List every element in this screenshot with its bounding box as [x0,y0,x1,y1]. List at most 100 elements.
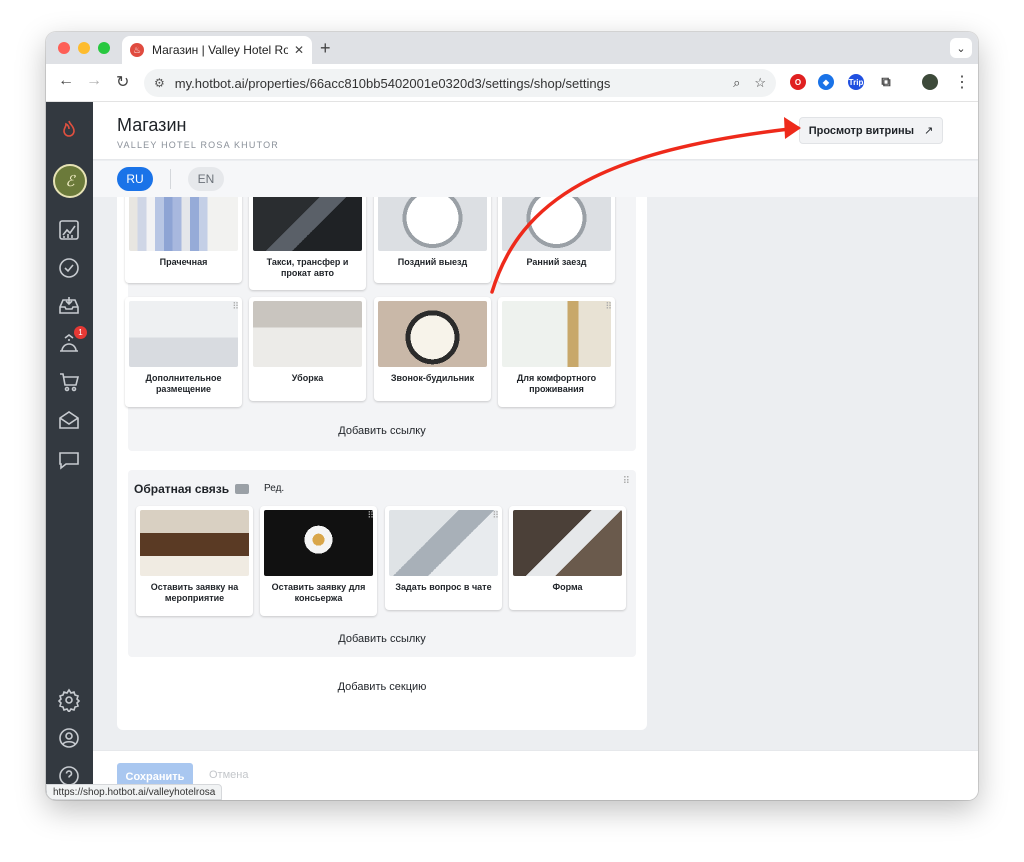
divider [170,169,171,189]
shop-card: Прачечная Такси, трансфер и прокат авто … [117,197,647,730]
tile[interactable]: Дополнительное размещение ⠿ [125,297,242,407]
tile[interactable]: Такси, трансфер и прокат авто [249,197,366,290]
tile-image-clock [502,197,611,251]
tile-image-taxi [253,197,362,251]
address-bar[interactable]: ⚙ my.hotbot.ai/properties/66acc810bb5402… [144,69,776,97]
opera-extension-icon[interactable]: O [790,74,806,90]
tile-image-sleep [129,301,238,367]
section-title-text: Обратная связь [134,482,230,496]
settings-gear-icon[interactable] [57,688,81,712]
drag-handle-icon[interactable]: ⠿ [605,301,612,312]
feedback-section: Обратная связь Ред. ⠿ Оставить заявку на… [128,470,636,657]
tile-label: Задать вопрос в чате [395,582,492,592]
drag-handle-icon[interactable]: ⠿ [367,510,374,521]
cancel-button[interactable]: Отмена [209,769,248,781]
content-scroll[interactable]: Прачечная Такси, трансфер и прокат авто … [93,197,978,750]
lang-en-button[interactable]: EN [188,167,224,191]
tile[interactable]: Задать вопрос в чате ⠿ [385,506,502,610]
add-link-button[interactable]: Добавить ссылку [128,425,636,437]
tile[interactable]: Форма [509,506,626,610]
tile[interactable]: Оставить заявку на мероприятие [136,506,253,616]
site-settings-icon[interactable]: ⚙ [154,76,165,90]
drag-handle-icon[interactable]: ⠿ [232,301,239,312]
tab-search-chevron-icon[interactable]: ⌄ [950,38,972,58]
tile-label: Ранний заезд [526,257,587,267]
tile-image-laundry [129,197,238,251]
tab-title: Магазин | Valley Hotel Rosa K [152,43,288,57]
tile-label: Звонок-будильник [390,373,475,383]
tile-image-chat-phone [389,510,498,576]
page-title: Магазин [117,115,187,135]
edit-section-button[interactable]: Ред. [264,483,284,494]
tile-image-concierge [264,510,373,576]
tile-label: Поздний выезд [397,257,468,267]
tile-image-spa [502,301,611,367]
tile-label: Прачечная [159,257,208,267]
url-text: my.hotbot.ai/properties/66acc810bb540200… [174,75,611,91]
minimize-window-button[interactable] [78,42,90,54]
chat-icon[interactable] [57,448,81,472]
avatar[interactable]: ℰ [53,164,87,198]
language-switcher: RU EN [93,161,978,197]
page-footer: Сохранить Отмена [93,750,978,800]
tile[interactable]: Поздний выезд ⠿ [374,197,491,283]
tile[interactable]: Уборка [249,297,366,401]
tile-image-form-phone [513,510,622,576]
zoom-magnifier-icon[interactable]: ⌕ [733,75,740,91]
tile-label: Оставить заявку на мероприятие [150,582,239,603]
room-service-icon[interactable]: 1 [57,326,87,356]
main-area: Магазин VALLEY HOTEL ROSA KHUTOR Просмот… [93,102,978,800]
page-header: Магазин VALLEY HOTEL ROSA KHUTOR Просмот… [93,102,978,160]
cart-icon[interactable] [57,370,81,394]
tile-image-event-hall [140,510,249,576]
close-tab-icon[interactable]: ✕ [294,43,304,57]
drag-handle-icon[interactable]: ⠿ [623,476,630,487]
section-media-icon [235,484,250,494]
shop-section: Прачечная Такси, трансфер и прокат авто … [125,197,636,451]
tile-label: Дополнительное размещение [145,373,222,394]
app-sidebar: ℰ 1 [46,102,93,800]
tile[interactable]: Звонок-будильник [374,297,491,401]
new-tab-icon[interactable]: + [320,38,331,59]
close-window-button[interactable] [58,42,70,54]
tile-label: Для комфортного проживания [516,373,597,394]
link-status-bar: https://shop.hotbot.ai/valleyhotelrosa [46,784,223,800]
tile[interactable]: Ранний заезд ⠿ [498,197,615,283]
tile-image-cleaning [253,301,362,367]
tile-label: Уборка [291,373,324,383]
tile-image-alarm [378,301,487,367]
browser-tab[interactable]: ♨ Магазин | Valley Hotel Rosa K ✕ [122,36,312,64]
section-title: Обратная связь [134,482,250,496]
inbox-download-icon[interactable] [57,294,81,318]
forward-arrow-icon[interactable]: → [86,72,102,90]
puzzle-extensions-icon[interactable]: ⧉ [878,74,894,90]
tasks-check-icon[interactable] [57,256,81,280]
tile-label: Такси, трансфер и прокат авто [266,257,349,278]
browser-window: ♨ Магазин | Valley Hotel Rosa K ✕ + ⌄ ← … [46,32,978,800]
back-arrow-icon[interactable]: ← [58,72,74,90]
add-link-button[interactable]: Добавить ссылку [128,633,636,645]
storefront-preview-button[interactable]: Просмотр витрины ↗ [799,117,943,144]
profile-avatar-icon[interactable] [922,74,938,90]
tile[interactable]: Для комфортного проживания ⠿ [498,297,615,407]
add-section-button[interactable]: Добавить секцию [117,681,647,693]
bookmark-star-icon[interactable]: ☆ [754,75,766,91]
flame-favicon-icon: ♨ [130,43,144,57]
mail-icon[interactable] [57,408,81,432]
trip-extension-icon[interactable]: Trip [848,74,864,90]
tile[interactable]: Прачечная [125,197,242,283]
drag-handle-icon[interactable]: ⠿ [492,510,499,521]
reload-icon[interactable]: ↻ [116,72,129,92]
tile[interactable]: Оставить заявку для консьержа ⠿ [260,506,377,616]
notification-badge: 1 [74,326,87,339]
analytics-icon[interactable] [57,218,81,242]
external-link-icon: ↗ [924,125,934,137]
lang-ru-button[interactable]: RU [117,167,153,191]
logo-flame-icon[interactable] [57,118,81,142]
preview-label: Просмотр витрины [808,124,915,137]
browser-menu-icon[interactable]: ⋮ [954,72,970,92]
zoom-window-button[interactable] [98,42,110,54]
tile-image-clock [378,197,487,251]
profile-icon[interactable] [57,726,81,750]
price-tag-extension-icon[interactable]: ◆ [818,74,834,90]
